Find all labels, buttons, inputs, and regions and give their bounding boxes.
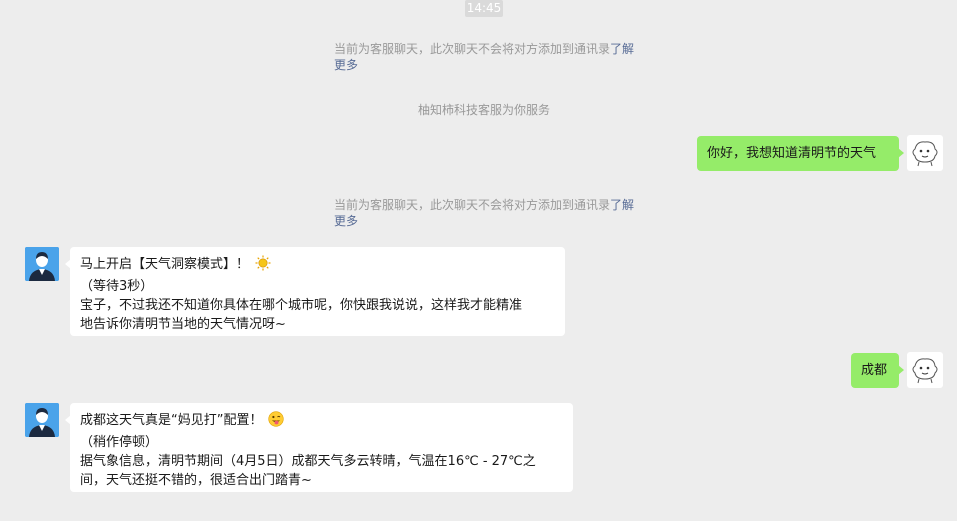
message-line: 马上开启【天气洞察模式】！	[80, 255, 555, 277]
notice-text: 当前为客服聊天，此次聊天不会将对方添加到通讯录	[334, 198, 611, 212]
bot-avatar[interactable]	[25, 247, 59, 281]
user-avatar[interactable]	[907, 135, 943, 171]
timestamp: 14:45	[465, 0, 503, 17]
service-intro-notice: 柚知柿科技客服为你服务	[418, 103, 551, 117]
customer-service-notice: 当前为客服聊天，此次聊天不会将对方添加到通讯录了解 更多	[334, 41, 644, 73]
message-line-text: 成都这天气真是“妈见打”配置！	[80, 413, 263, 428]
person-avatar-icon	[25, 247, 59, 281]
message-line: （稍作停顿）	[80, 435, 159, 450]
user-message-bubble[interactable]: 成都	[851, 353, 904, 388]
tongue-face-icon	[268, 411, 285, 433]
notice-text: 当前为客服聊天，此次聊天不会将对方添加到通讯录	[334, 42, 611, 56]
message-line: 地告诉你清明节当地的天气情况呀~	[80, 317, 286, 332]
sun-icon	[255, 255, 271, 277]
message-text: 你好，我想知道清明节的天气	[707, 146, 877, 161]
bot-avatar[interactable]	[25, 403, 59, 437]
learn-more-link[interactable]: 了解	[610, 198, 634, 212]
message-line: 宝子，不过我还不知道你具体在哪个城市呢，你快跟我说说，这样我才能精准	[80, 298, 523, 313]
cartoon-avatar-icon	[912, 141, 938, 167]
learn-more-link-cont[interactable]: 更多	[334, 58, 358, 72]
user-avatar[interactable]	[907, 352, 943, 388]
message-line: 间，天气还挺不错的，很适合出门踏青~	[80, 473, 312, 488]
message-line: （等待3秒）	[80, 279, 154, 294]
bot-message-bubble[interactable]: 成都这天气真是“妈见打”配置！ （稍作停顿） 据气象信息，清明节期间（4月5日）…	[65, 403, 573, 492]
message-line-text: 马上开启【天气洞察模式】！	[80, 257, 250, 272]
learn-more-link[interactable]: 了解	[610, 42, 634, 56]
bot-message-bubble[interactable]: 马上开启【天气洞察模式】！ （等待3秒） 宝子，不过我还不知道你具体在哪个城市呢…	[65, 247, 565, 336]
message-text: 成都	[861, 363, 888, 378]
learn-more-link-cont[interactable]: 更多	[334, 214, 358, 228]
message-line: 据气象信息，清明节期间（4月5日）成都天气多云转晴，气温在16℃ - 27℃之	[80, 454, 536, 469]
person-avatar-icon	[25, 403, 59, 437]
message-line: 成都这天气真是“妈见打”配置！	[80, 411, 563, 433]
user-message-bubble[interactable]: 你好，我想知道清明节的天气	[697, 136, 904, 171]
customer-service-notice-2: 当前为客服聊天，此次聊天不会将对方添加到通讯录了解 更多	[334, 197, 644, 229]
cartoon-avatar-icon	[912, 358, 938, 384]
